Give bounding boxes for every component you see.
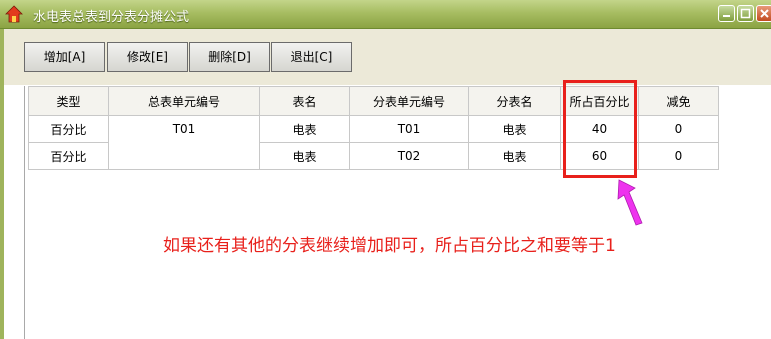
percentage-highlight-box <box>563 80 637 178</box>
cell-meter-name[interactable]: 电表 <box>259 115 350 143</box>
window-title: 水电表总表到分表分摊公式 <box>33 10 190 25</box>
col-header-sub-unit-no[interactable]: 分表单元编号 <box>349 86 469 116</box>
exit-button[interactable]: 退出[C] <box>271 42 352 72</box>
cell-sub-meter-name[interactable]: 电表 <box>468 142 561 170</box>
close-icon <box>760 9 769 18</box>
cell-sub-unit-no[interactable]: T02 <box>349 142 469 170</box>
title-bar[interactable]: 水电表总表到分表分摊公式 <box>0 0 771 29</box>
col-header-reduction[interactable]: 减免 <box>638 86 719 116</box>
col-header-meter-name[interactable]: 表名 <box>259 86 350 116</box>
close-button[interactable] <box>756 5 771 22</box>
cell-type[interactable]: 百分比 <box>28 115 109 143</box>
toolbar: 增加[A] 修改[E] 删除[D] 退出[C] <box>4 29 771 85</box>
cell-meter-name[interactable]: 电表 <box>259 142 350 170</box>
minimize-button[interactable] <box>718 5 735 22</box>
col-header-type[interactable]: 类型 <box>28 86 109 116</box>
annotation-note: 如果还有其他的分表继续增加即可，所占百分比之和要等于1 <box>163 236 616 256</box>
cell-main-unit-no[interactable]: T01 <box>108 115 260 170</box>
pointer-arrow-icon <box>617 179 643 226</box>
add-button[interactable]: 增加[A] <box>24 42 105 72</box>
maximize-button[interactable] <box>737 5 754 22</box>
app-home-icon <box>5 5 23 23</box>
delete-button[interactable]: 删除[D] <box>189 42 270 72</box>
minimize-icon <box>723 15 730 17</box>
cell-reduction[interactable]: 0 <box>638 115 719 143</box>
edit-button[interactable]: 修改[E] <box>107 42 188 72</box>
data-grid[interactable]: 类型 总表单元编号 表名 分表单元编号 分表名 所占百分比 减免 百分比 T01… <box>24 86 771 339</box>
col-header-main-unit-no[interactable]: 总表单元编号 <box>108 86 260 116</box>
col-header-sub-meter-name[interactable]: 分表名 <box>468 86 561 116</box>
cell-type[interactable]: 百分比 <box>28 142 109 170</box>
cell-sub-meter-name[interactable]: 电表 <box>468 115 561 143</box>
cell-sub-unit-no[interactable]: T01 <box>349 115 469 143</box>
cell-reduction[interactable]: 0 <box>638 142 719 170</box>
maximize-icon <box>740 8 751 19</box>
